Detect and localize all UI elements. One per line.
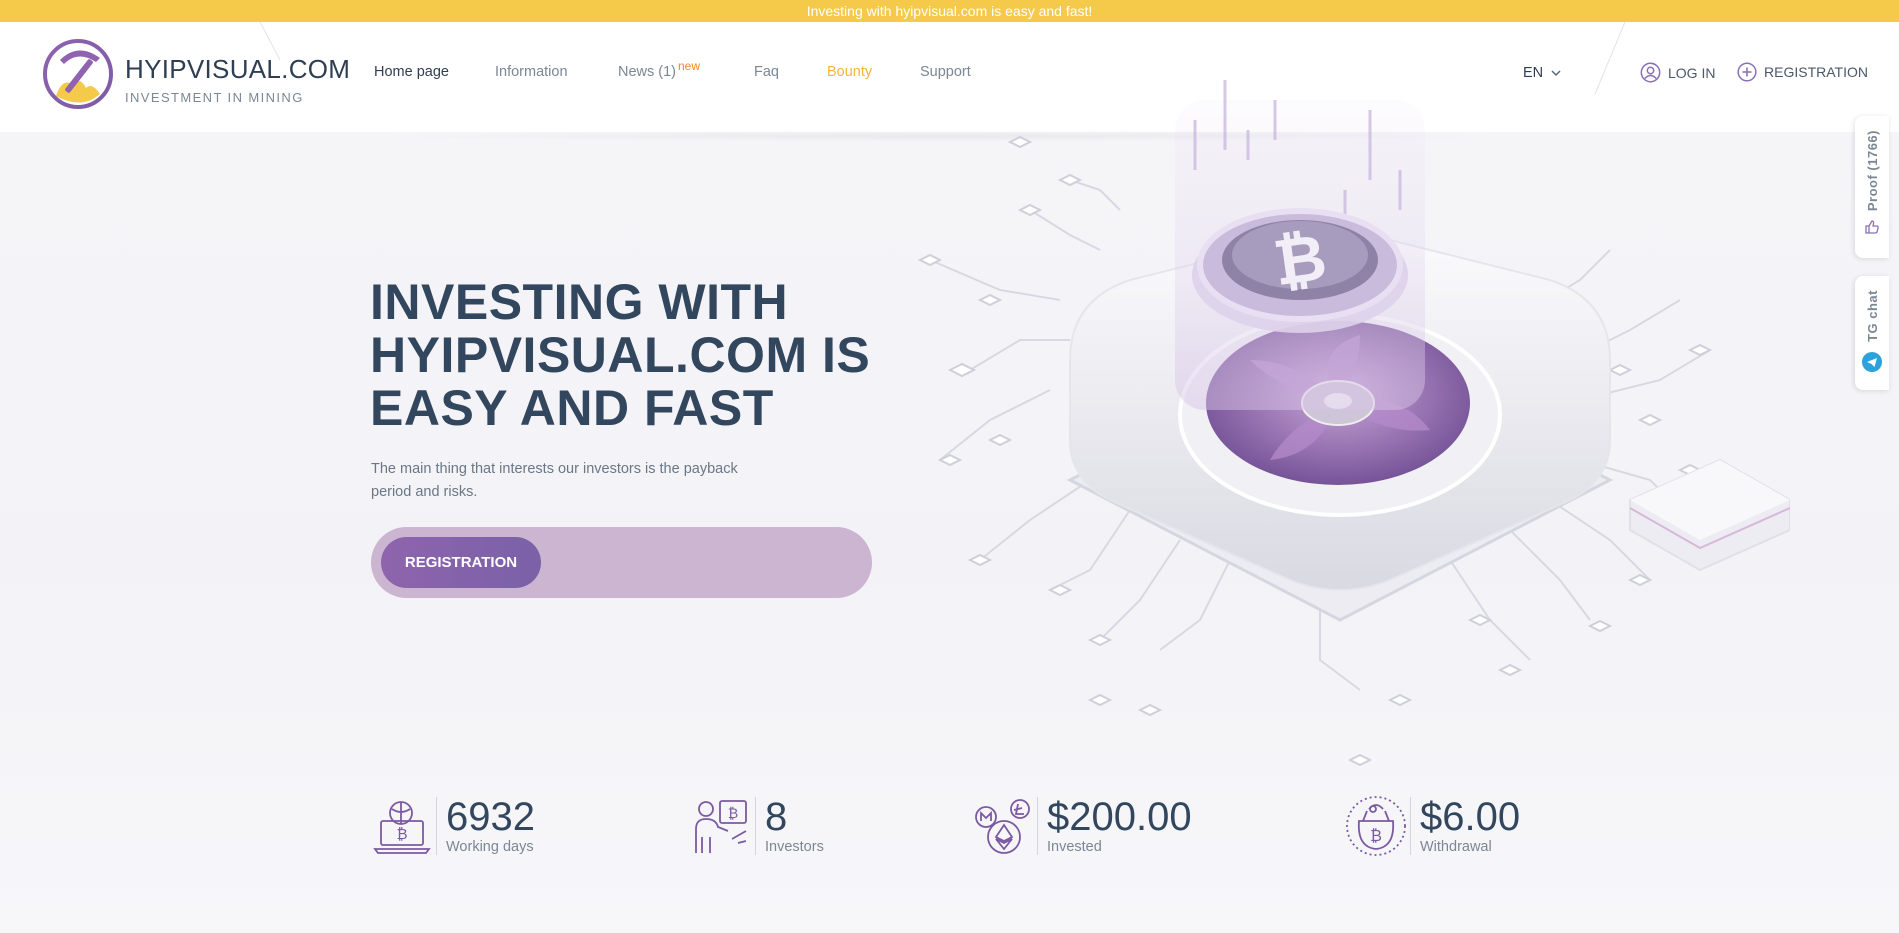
laptop-bitcoin-icon: ₿ xyxy=(373,801,431,854)
stat-label: Invested xyxy=(1047,839,1102,855)
proof-tab[interactable]: Proof (1766) xyxy=(1855,116,1889,258)
tg-chat-tab[interactable]: TG chat xyxy=(1855,276,1889,390)
stat-withdrawal: ₿ $6.00 Withdrawal xyxy=(1345,795,1520,857)
stat-value: $6.00 xyxy=(1420,795,1521,839)
announcement-bar: Investing with hyipvisual.com is easy an… xyxy=(0,0,1899,22)
investor-presentation-icon: ₿ xyxy=(695,800,747,853)
announcement-text: Investing with hyipvisual.com is easy an… xyxy=(806,3,1093,19)
hero-title-line: EASY AND FAST xyxy=(370,380,774,436)
hero-title-line: HYIPVISUAL.COM IS xyxy=(370,327,871,383)
thumbs-up-icon xyxy=(1865,220,1879,234)
hero-title-line: INVESTING WITH xyxy=(370,274,789,330)
hero-title: INVESTING WITH HYIPVISUAL.COM IS EASY AN… xyxy=(370,276,890,435)
stat-label: Working days xyxy=(446,839,534,855)
nav-news[interactable]: News (1) xyxy=(618,64,676,80)
hero-subtitle: The main thing that interests our invest… xyxy=(371,461,738,500)
mining-chip-illustration: ₿ xyxy=(917,80,1790,767)
stat-divider xyxy=(436,797,437,855)
stat-divider xyxy=(1037,797,1038,855)
brand-tagline: INVESTMENT IN MINING xyxy=(125,90,304,105)
svg-text:₿: ₿ xyxy=(1370,826,1382,845)
stat-divider xyxy=(1410,797,1411,855)
svg-text:₿: ₿ xyxy=(1269,221,1331,302)
nav-information[interactable]: Information xyxy=(495,64,568,80)
logo-pickaxe-icon[interactable] xyxy=(42,38,114,110)
tg-chat-label: TG chat xyxy=(1864,290,1880,342)
stat-investors: ₿ 8 Investors xyxy=(690,795,824,857)
hero-registration-button[interactable]: REGISTRATION xyxy=(381,537,541,588)
hero-cta-track: REGISTRATION xyxy=(371,527,872,598)
telegram-icon xyxy=(1862,351,1882,372)
bitcoin-wallet-icon: ₿ xyxy=(1346,796,1406,856)
nav-faq[interactable]: Faq xyxy=(754,64,779,80)
stat-value: 6932 xyxy=(446,795,535,839)
crypto-coins-icon xyxy=(975,799,1030,854)
stat-divider xyxy=(755,797,756,855)
stat-label: Investors xyxy=(765,839,824,855)
nav-bounty[interactable]: Bounty xyxy=(827,64,872,80)
svg-text:₿: ₿ xyxy=(396,825,407,843)
stat-invested: $200.00 Invested xyxy=(972,795,1192,857)
stat-value: $200.00 xyxy=(1047,795,1192,839)
svg-text:₿: ₿ xyxy=(728,806,738,822)
nav-home[interactable]: Home page xyxy=(374,64,449,80)
stat-value: 8 xyxy=(765,795,788,839)
brand-name[interactable]: HYIPVISUAL.COM xyxy=(125,54,350,85)
proof-label: Proof (1766) xyxy=(1864,130,1880,212)
stat-working-days: ₿ 6932 Working days xyxy=(371,795,535,857)
news-new-badge: new xyxy=(678,59,701,73)
stat-label: Withdrawal xyxy=(1420,839,1492,855)
